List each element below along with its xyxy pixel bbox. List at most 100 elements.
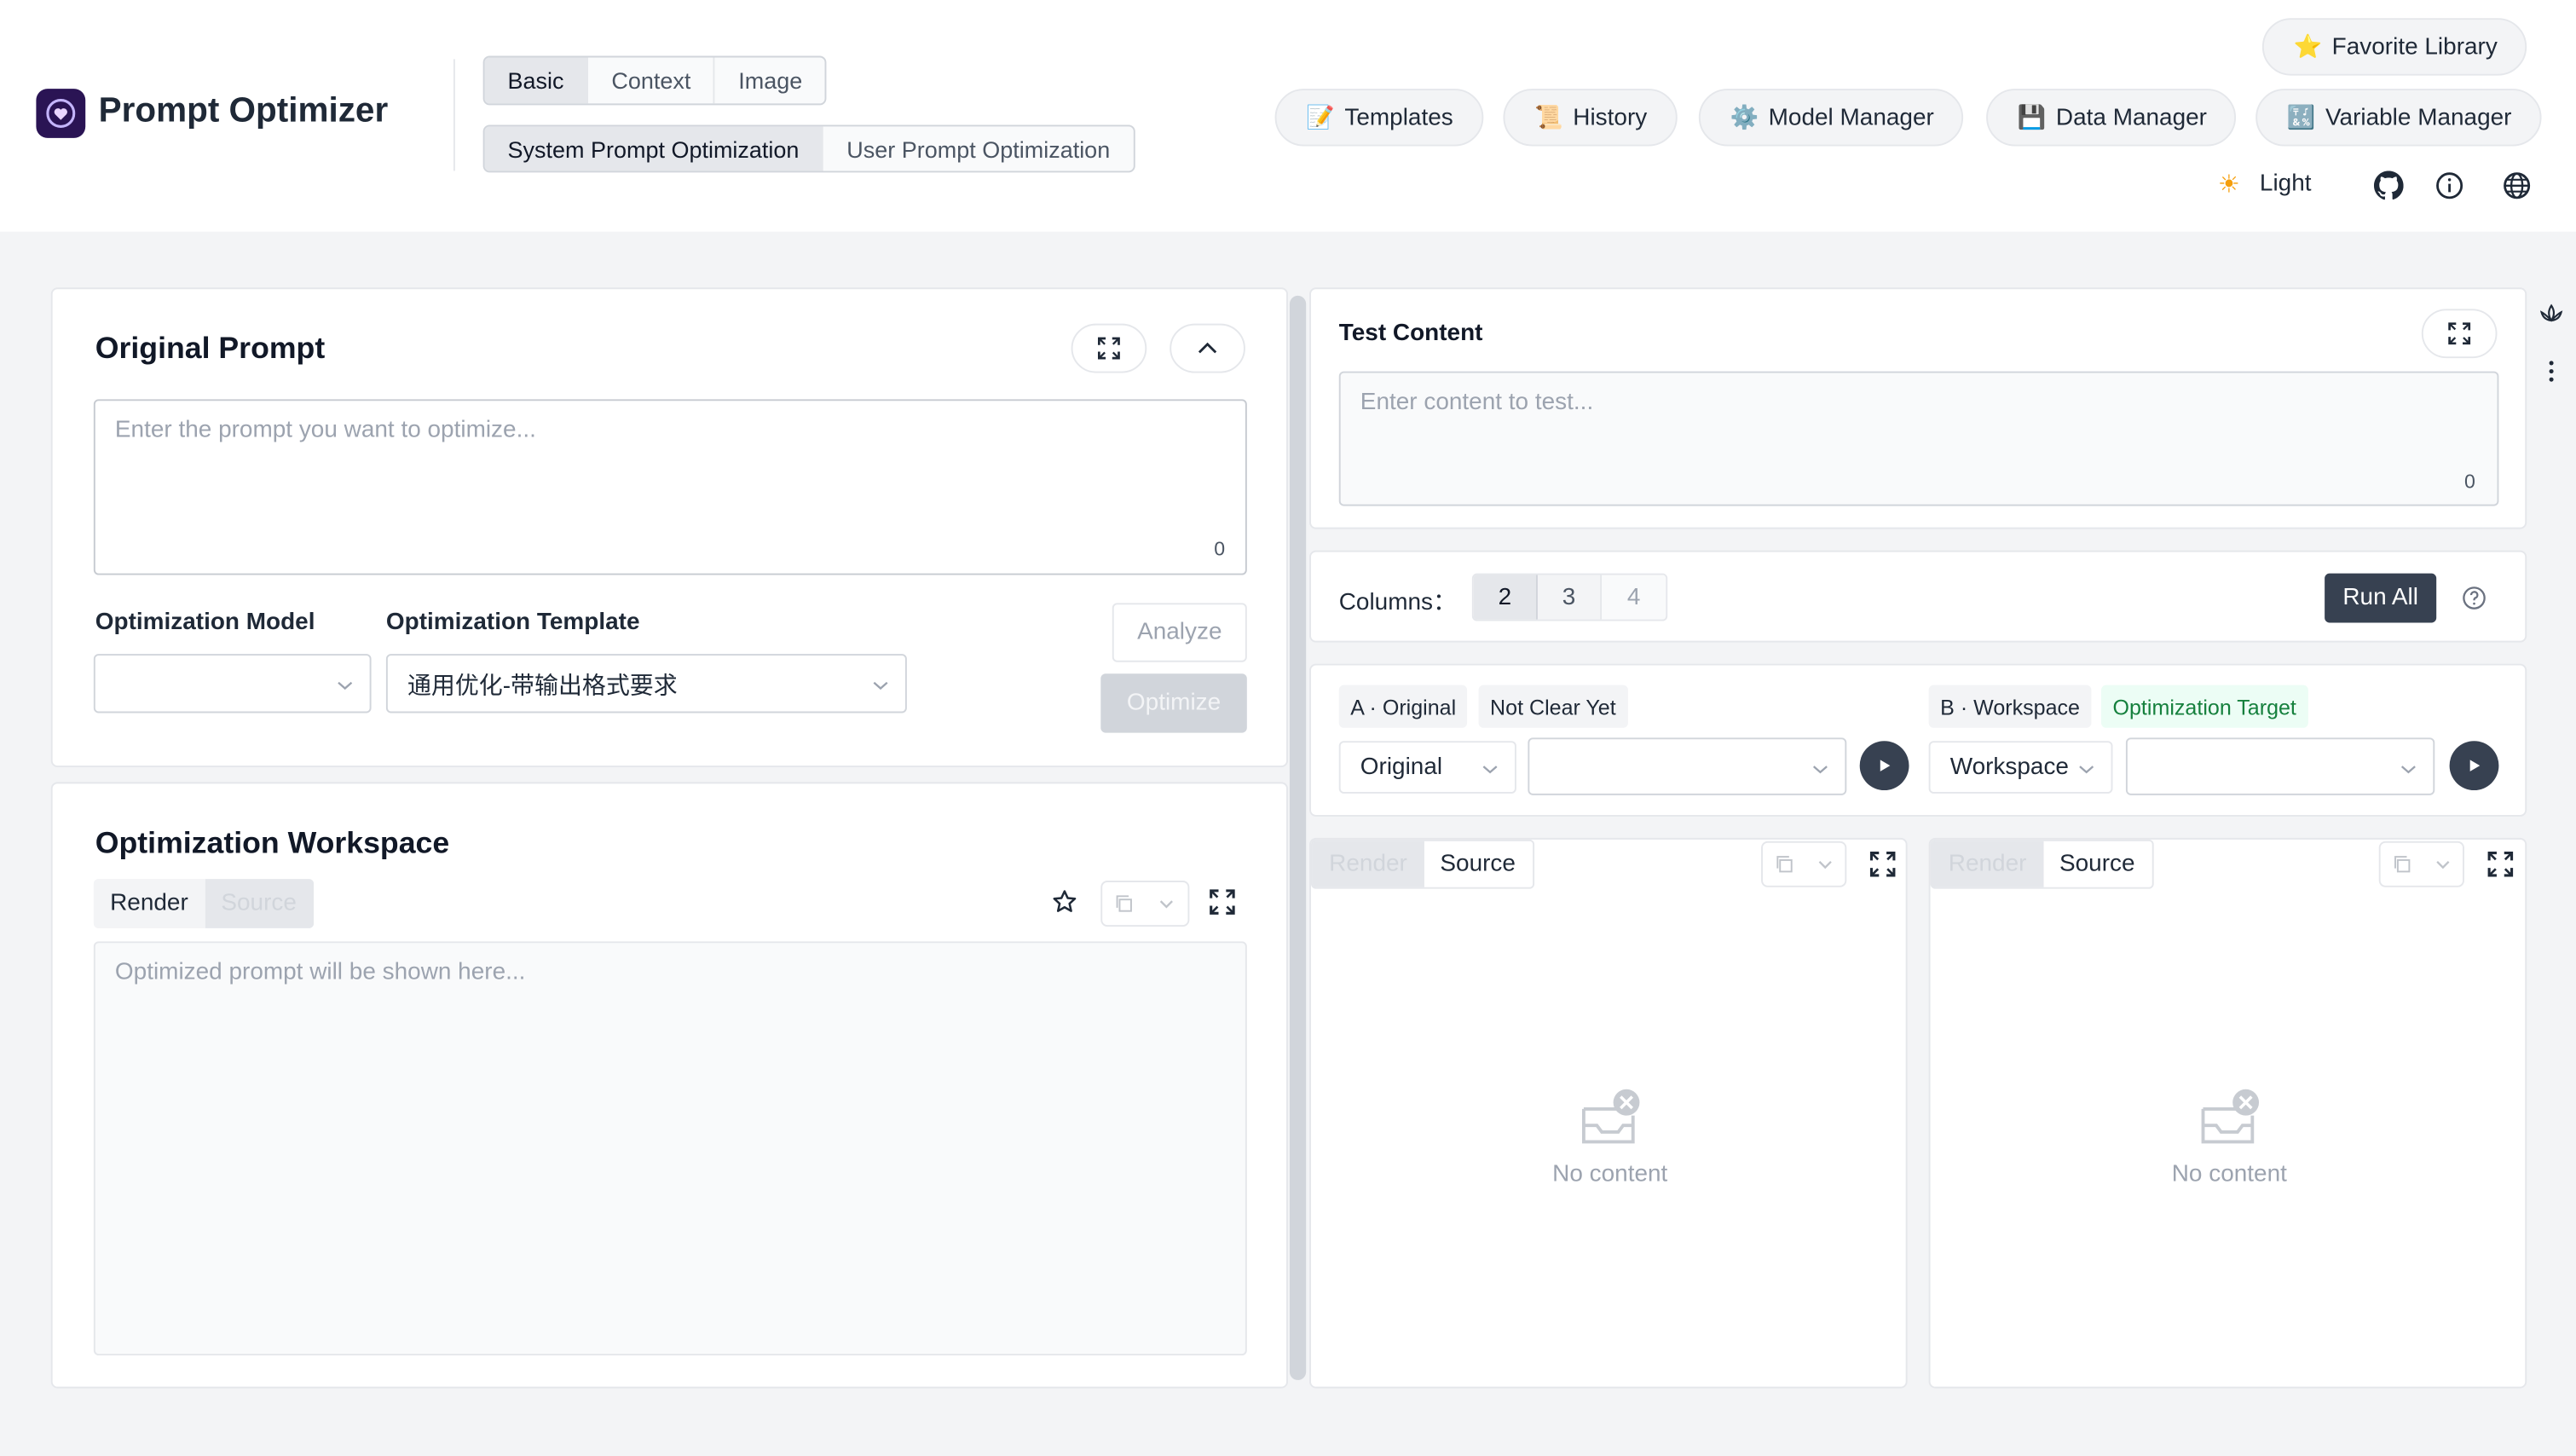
original-prompt-placeholder: Enter the prompt you want to optimize...	[114, 417, 536, 444]
column-b-result-panel: Render Source No content	[1928, 837, 2527, 1389]
collapse-original-button[interactable]	[1170, 323, 1245, 373]
workspace-source-tab[interactable]: Source	[205, 879, 314, 928]
chevron-down-icon[interactable]	[2422, 854, 2463, 874]
favorite-library-button[interactable]: ⭐ Favorite Library	[2261, 18, 2527, 76]
column-b-render-tab[interactable]: Render	[1932, 841, 2043, 887]
expand-icon[interactable]	[1868, 849, 1897, 879]
column-b-copy-group	[2378, 841, 2464, 887]
column-b-source-tab[interactable]: Source	[2042, 841, 2151, 887]
empty-inbox-icon	[2201, 1089, 2260, 1144]
column-b-tag: B · Workspace	[1928, 685, 2092, 728]
chevron-down-icon	[1812, 757, 1828, 773]
data-manager-button[interactable]: 💾 Data Manager	[1986, 89, 2237, 147]
column-a-status: Not Clear Yet	[1478, 685, 1628, 728]
lotus-icon[interactable]	[2537, 299, 2567, 329]
model-manager-button[interactable]: ⚙️ Model Manager	[1698, 89, 1964, 147]
columns-option-4[interactable]: 4	[1602, 575, 1666, 620]
variable-manager-label: Variable Manager	[2325, 104, 2512, 131]
expand-original-button[interactable]	[1071, 323, 1147, 373]
globe-language-icon[interactable]	[2500, 170, 2533, 203]
theme-label: Light	[2259, 170, 2312, 198]
tab-user-prompt[interactable]: User Prompt Optimization	[823, 126, 1133, 170]
favorite-star-icon[interactable]	[1050, 887, 1080, 917]
chevron-down-icon[interactable]	[1145, 893, 1187, 913]
chevron-down-icon	[337, 673, 353, 690]
symbols-icon: 🔣	[2286, 103, 2316, 130]
columns-option-3[interactable]: 3	[1537, 575, 1603, 620]
gear-icon: ⚙️	[1730, 103, 1759, 130]
column-a-result-panel: Render Source No content	[1309, 837, 1908, 1389]
workspace-render-tab[interactable]: Render	[93, 879, 205, 928]
copy-icon[interactable]	[1102, 893, 1145, 913]
optimization-workspace-card: Optimization Workspace Render Source Opt…	[50, 782, 1289, 1389]
columns-option-2[interactable]: 2	[1473, 575, 1538, 620]
history-label: History	[1573, 104, 1648, 131]
column-a-source-value: Original	[1360, 754, 1443, 781]
model-manager-label: Model Manager	[1768, 104, 1934, 131]
theme-toggle[interactable]: ☀ Light	[2218, 170, 2312, 199]
expand-icon	[2448, 322, 2471, 345]
copy-icon[interactable]	[2381, 854, 2422, 874]
workspace-view-toggle: Render Source	[93, 879, 314, 928]
tab-image[interactable]: Image	[715, 57, 825, 103]
optimization-model-select[interactable]	[93, 654, 372, 714]
expand-test-content-button[interactable]	[2421, 309, 2498, 359]
info-icon[interactable]	[2433, 170, 2466, 203]
header: Prompt Optimizer Basic Context Image Sys…	[0, 0, 2576, 232]
column-a-empty-text: No content	[1552, 1161, 1668, 1188]
test-content-char-count: 0	[2463, 470, 2475, 494]
column-b-status: Optimization Target	[2101, 685, 2308, 728]
chevron-up-icon	[1198, 342, 1217, 354]
optimized-prompt-output[interactable]: Optimized prompt will be shown here...	[93, 941, 1247, 1356]
help-icon[interactable]	[2459, 583, 2489, 613]
original-prompt-title: Original Prompt	[95, 330, 326, 365]
copy-icon[interactable]	[1763, 854, 1804, 874]
test-content-title: Test Content	[1338, 320, 1483, 347]
floppy-disk-icon: 💾	[2017, 103, 2047, 130]
original-prompt-char-count: 0	[1214, 537, 1226, 561]
test-content-input[interactable]: Enter content to test...	[1338, 371, 2499, 506]
column-a-model-select[interactable]	[1528, 737, 1847, 795]
column-a-render-tab[interactable]: Render	[1312, 841, 1424, 887]
optimized-prompt-placeholder: Optimized prompt will be shown here...	[114, 959, 526, 986]
run-all-button[interactable]: Run All	[2325, 573, 2437, 623]
mode-tabs: Basic Context Image	[482, 55, 828, 106]
expand-icon[interactable]	[1208, 887, 1238, 917]
optimization-template-value: 通用优化-带输出格式要求	[407, 673, 678, 700]
optimization-model-label: Optimization Model	[95, 610, 315, 636]
tab-basic[interactable]: Basic	[484, 57, 589, 104]
workspace-title: Optimization Workspace	[95, 824, 450, 859]
column-a-source-tab[interactable]: Source	[1424, 841, 1533, 887]
app-title: Prompt Optimizer	[98, 91, 389, 130]
column-b-source-select[interactable]: Workspace	[1928, 741, 2113, 794]
column-a-empty-state: No content	[1528, 1086, 1692, 1187]
history-button[interactable]: 📜 History	[1503, 89, 1677, 147]
panel-splitter[interactable]	[1289, 295, 1307, 1380]
optimize-button[interactable]: Optimize	[1100, 673, 1247, 733]
variable-manager-button[interactable]: 🔣 Variable Manager	[2255, 89, 2542, 147]
workspace-copy-group	[1100, 881, 1190, 927]
optimization-template-select[interactable]: 通用优化-带输出格式要求	[385, 654, 907, 714]
sun-icon: ☀	[2217, 170, 2240, 199]
test-content-card: Test Content Enter content to test... 0	[1309, 287, 2527, 529]
tab-system-prompt[interactable]: System Prompt Optimization	[484, 126, 824, 171]
column-a-source-select[interactable]: Original	[1338, 741, 1516, 794]
column-a-view-toggle: Render Source	[1310, 839, 1534, 889]
chevron-down-icon[interactable]	[1804, 854, 1845, 874]
more-vertical-icon[interactable]	[2537, 356, 2567, 386]
expand-icon[interactable]	[2486, 849, 2515, 879]
analyze-button[interactable]: Analyze	[1112, 603, 1247, 662]
github-icon[interactable]	[2372, 170, 2406, 203]
templates-button[interactable]: 📝 Templates	[1274, 89, 1483, 147]
tab-context[interactable]: Context	[588, 57, 716, 104]
column-b-model-select[interactable]	[2125, 737, 2435, 795]
optimization-type-tabs: System Prompt Optimization User Prompt O…	[482, 124, 1135, 173]
original-prompt-input[interactable]: Enter the prompt you want to optimize...	[93, 399, 1247, 575]
chevron-down-icon	[2078, 757, 2094, 774]
column-b-run-button[interactable]	[2449, 741, 2499, 791]
scroll-icon: 📜	[1534, 103, 1563, 130]
header-divider	[453, 59, 455, 171]
templates-label: Templates	[1344, 104, 1453, 131]
expand-icon	[1098, 337, 1120, 360]
column-a-run-button[interactable]	[1859, 741, 1909, 791]
